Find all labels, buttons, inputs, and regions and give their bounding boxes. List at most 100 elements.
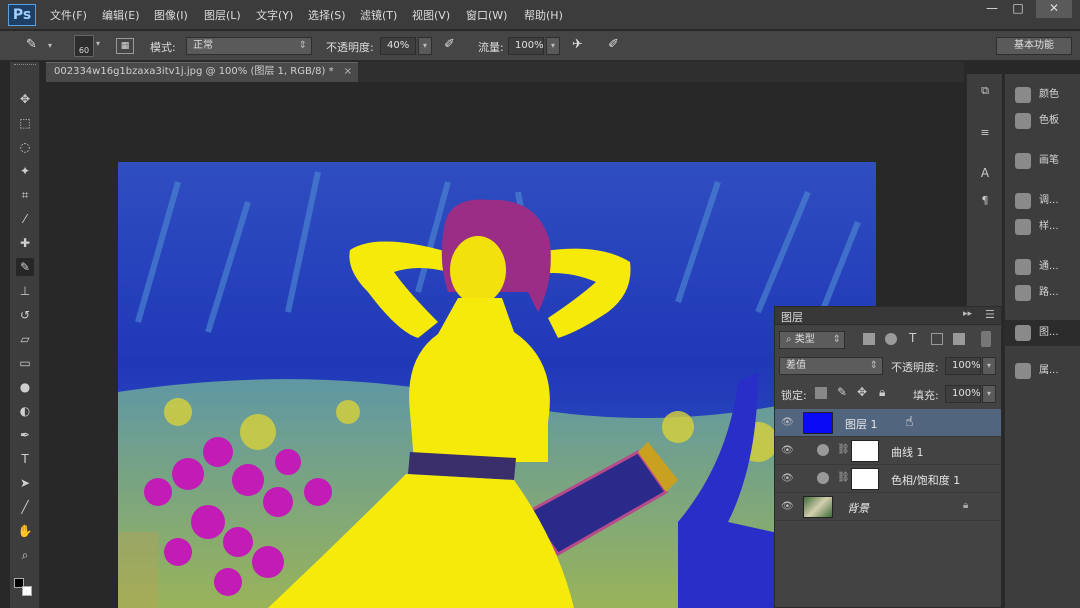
blur-icon[interactable]: ● — [16, 378, 34, 396]
line-icon[interactable]: ╱ — [16, 498, 34, 516]
eraser-icon[interactable]: ▱ — [16, 330, 34, 348]
brush-panel-button[interactable]: 画笔 — [1005, 148, 1080, 174]
paths-panel-button[interactable]: 路... — [1005, 280, 1080, 306]
properties-panel-button[interactable]: 属... — [1005, 358, 1080, 384]
text-icon[interactable]: T — [16, 450, 34, 468]
menu-layer[interactable]: 图层(L) — [204, 7, 241, 23]
character-panel-icon[interactable]: A — [976, 166, 994, 184]
layer-row[interactable]: 👁︎ 图层 1 ☝ — [775, 409, 1001, 437]
brush-tool-icon[interactable]: ✎ — [26, 37, 46, 55]
filter-adjustment-icon[interactable] — [885, 333, 897, 345]
dodge-icon[interactable]: ◐ — [16, 402, 34, 420]
filter-type-icon[interactable]: T — [909, 331, 916, 345]
lock-position-icon[interactable]: ✥ — [857, 385, 867, 399]
minimize-button[interactable]: — — [978, 0, 1006, 18]
panel-menu-icon[interactable]: ☰ — [985, 308, 995, 321]
menu-type[interactable]: 文字(Y) — [256, 7, 293, 23]
channels-panel-button[interactable]: 通... — [1005, 254, 1080, 280]
close-window-button[interactable]: ✕ — [1036, 0, 1072, 18]
visibility-eye-icon[interactable]: 👁︎ — [781, 445, 794, 456]
styles-icon — [1015, 219, 1031, 235]
history-panel-icon[interactable]: ⧉ — [976, 84, 994, 102]
filter-shape-icon[interactable] — [931, 333, 943, 345]
filter-toggle[interactable] — [981, 331, 991, 347]
visibility-eye-icon[interactable]: 👁︎ — [781, 501, 794, 512]
brush-icon[interactable]: ✎ — [16, 258, 34, 276]
layer-row[interactable]: 👁︎ ⛓ 色相/饱和度 1 — [775, 465, 1001, 493]
document-canvas[interactable] — [118, 162, 876, 608]
menu-window[interactable]: 窗口(W) — [466, 7, 507, 23]
opacity-dropdown-icon[interactable]: ▾ — [418, 37, 432, 55]
maximize-button[interactable]: □ — [1004, 0, 1032, 18]
fill-dropdown-icon[interactable]: ▾ — [982, 385, 996, 403]
fill-input[interactable]: 100% — [945, 385, 981, 403]
hand-icon[interactable]: ✋ — [16, 522, 34, 540]
move-icon[interactable]: ✥ — [16, 90, 34, 108]
chevron-down-icon[interactable]: ▾ — [48, 41, 52, 50]
layer-filter-select[interactable]: ⌕ 类型 ⇕ — [779, 331, 845, 349]
filter-pixel-icon[interactable] — [863, 333, 875, 345]
background-color-swatch[interactable] — [22, 586, 32, 596]
visibility-eye-icon[interactable]: 👁︎ — [781, 417, 794, 428]
lock-all-icon[interactable]: 🔒︎ — [879, 385, 885, 400]
layer-row[interactable]: 👁︎ ⛓ 曲线 1 — [775, 437, 1001, 465]
fill-value: 100% — [952, 388, 981, 399]
menu-edit[interactable]: 编辑(E) — [102, 7, 140, 23]
opacity-input[interactable]: 40% — [380, 37, 416, 55]
properties-icon — [1015, 363, 1031, 379]
adjustments-panel-button[interactable]: 调... — [1005, 188, 1080, 214]
paragraph-panel-icon[interactable]: ¶ — [976, 194, 994, 212]
flow-value: 100% — [515, 40, 544, 51]
styles-panel-button[interactable]: 样... — [1005, 214, 1080, 240]
brush-panel-toggle-icon[interactable]: ▦ — [116, 38, 134, 54]
pressure-size-icon[interactable]: ✐ — [608, 37, 626, 55]
layer-row[interactable]: 👁︎ 背景 🔒︎ — [775, 493, 1001, 521]
panel-dock: 颜色 色板 画笔 调... 样... 通... 路... 图... 属... — [1004, 74, 1080, 608]
filter-smart-object-icon[interactable] — [953, 333, 965, 345]
menu-image[interactable]: 图像(I) — [154, 7, 188, 23]
history-brush-icon[interactable]: ↺ — [16, 306, 34, 324]
menu-select[interactable]: 选择(S) — [308, 7, 346, 23]
layer-opacity-dropdown-icon[interactable]: ▾ — [982, 357, 996, 375]
channels-icon — [1015, 259, 1031, 275]
healing-icon[interactable]: ✚ — [16, 234, 34, 252]
layers-panel-header[interactable]: 图层 ▸▸ ☰ — [775, 307, 1001, 325]
adjustments-panel-label: 调... — [1039, 195, 1059, 206]
visibility-eye-icon[interactable]: 👁︎ — [781, 473, 794, 484]
flow-dropdown-icon[interactable]: ▾ — [546, 37, 560, 55]
mode-select[interactable]: 正常 ⇕ — [186, 37, 312, 55]
color-panel-label: 颜色 — [1039, 89, 1059, 100]
lock-pixels-icon[interactable]: ✎ — [837, 385, 847, 399]
brush-size-preview[interactable]: 60 — [74, 35, 94, 57]
layers-panel-button[interactable]: 图... — [1005, 320, 1080, 346]
gradient-icon[interactable]: ▭ — [16, 354, 34, 372]
color-panel-button[interactable]: 颜色 — [1005, 82, 1080, 108]
quick-select-icon[interactable]: ✦ — [16, 162, 34, 180]
path-select-icon[interactable]: ➤ — [16, 474, 34, 492]
close-tab-icon[interactable]: × — [344, 63, 352, 81]
workspace-switcher[interactable]: 基本功能 — [996, 37, 1072, 55]
brush-presets-icon[interactable]: ≡ — [976, 126, 994, 144]
blend-mode-select[interactable]: 差值 ⇕ — [779, 357, 883, 375]
lasso-icon[interactable]: ◌ — [16, 138, 34, 156]
toolbar-grip[interactable] — [14, 64, 36, 70]
menu-filter[interactable]: 滤镜(T) — [360, 7, 397, 23]
airbrush-icon[interactable]: ✈ — [572, 37, 590, 55]
menu-view[interactable]: 视图(V) — [412, 7, 450, 23]
pen-icon[interactable]: ✒ — [16, 426, 34, 444]
stamp-icon[interactable]: ⊥ — [16, 282, 34, 300]
lock-transparent-icon[interactable] — [815, 387, 827, 399]
eyedropper-icon[interactable]: ⁄ — [16, 210, 34, 228]
brush-picker-arrow-icon[interactable]: ▾ — [96, 39, 100, 48]
flow-input[interactable]: 100% — [508, 37, 544, 55]
crop-icon[interactable]: ⌗ — [16, 186, 34, 204]
zoom-icon[interactable]: ⌕ — [16, 546, 34, 564]
marquee-icon[interactable]: ⬚ — [16, 114, 34, 132]
pressure-opacity-icon[interactable]: ✐ — [444, 37, 462, 55]
document-tab[interactable]: 002334w16g1bzaxa3itv1j.jpg @ 100% (图层 1,… — [46, 62, 358, 82]
menu-file[interactable]: 文件(F) — [50, 7, 87, 23]
swatches-panel-button[interactable]: 色板 — [1005, 108, 1080, 134]
layer-opacity-input[interactable]: 100% — [945, 357, 981, 375]
menu-help[interactable]: 帮助(H) — [524, 7, 563, 23]
collapse-panel-icon[interactable]: ▸▸ — [963, 309, 972, 319]
